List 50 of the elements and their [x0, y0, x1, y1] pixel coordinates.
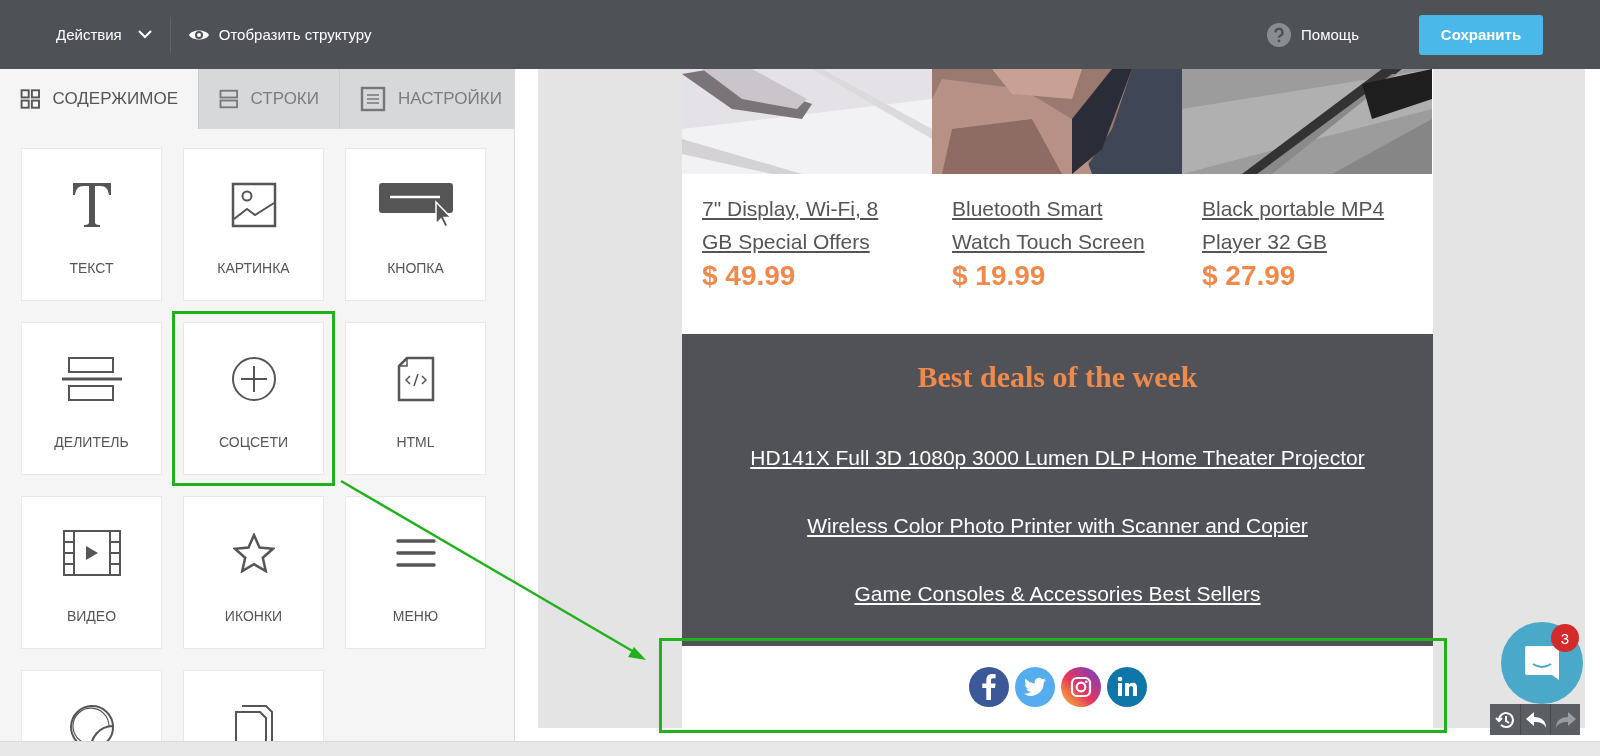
chevron-down-icon	[137, 30, 152, 39]
deal-link[interactable]: Wireless Color Photo Printer with Scanner and Copier	[807, 514, 1308, 538]
grid-icon	[20, 86, 41, 112]
linkedin-icon[interactable]	[1106, 667, 1147, 707]
deal-link[interactable]: HD141X Full 3D 1080p 3000 Lumen DLP Home Theater Projector	[750, 446, 1365, 470]
product-link[interactable]: Bluetooth Smart Watch Touch Screen	[952, 192, 1162, 258]
undo-icon	[1524, 710, 1547, 729]
tab[interactable]: СОДЕРЖИМОЕ	[0, 69, 198, 129]
file-icon	[233, 704, 274, 741]
code-file-icon	[396, 356, 435, 402]
image-icon	[230, 182, 277, 228]
product-price: $ 49.99	[702, 260, 797, 292]
product-price: $ 27.99	[1202, 260, 1297, 292]
help-icon	[1267, 22, 1292, 47]
product-price: $ 19.99	[952, 260, 1047, 292]
block-label: ДЕЛИТЕЛЬ	[54, 434, 129, 450]
button-cursor-icon	[377, 182, 454, 228]
actions-menu[interactable]: Действия	[40, 20, 168, 49]
help-link[interactable]: Помощь	[1251, 16, 1375, 53]
block-label: ВИДЕО	[66, 608, 117, 624]
tab-label: НАСТРОЙКИ	[398, 89, 502, 109]
block-label: КНОПКА	[387, 260, 444, 276]
scrollbar[interactable]	[0, 741, 1600, 756]
document-icon	[360, 86, 386, 112]
block-label: КАРТИНКА	[217, 260, 290, 276]
letter-t-icon	[71, 182, 112, 228]
divider-icon	[61, 356, 122, 402]
block-label: МЕНЮ	[392, 608, 439, 624]
facebook-icon[interactable]	[968, 667, 1009, 707]
chat-bubble-icon	[1523, 644, 1561, 682]
block-label: СОЦСЕТИ	[218, 434, 289, 450]
deal-link[interactable]: Game Consoles & Accessories Best Sellers	[854, 582, 1261, 606]
show-structure-button[interactable]: Отобразить структуру	[172, 20, 388, 49]
sticker-icon	[68, 704, 115, 741]
redo-icon	[1554, 710, 1577, 729]
film-icon	[62, 530, 121, 576]
block-label: ИКОНКИ	[224, 608, 283, 624]
star-icon	[232, 533, 275, 573]
block-tile[interactable]: СОЦСЕТИ	[172, 311, 335, 486]
block-label: HTML	[396, 434, 435, 450]
plus-circle-icon	[230, 356, 277, 402]
camera-icon[interactable]	[1060, 667, 1101, 707]
product-link[interactable]: Black portable MP4 Player 32 GB	[1202, 192, 1412, 258]
menu-icon	[395, 538, 436, 568]
block-label: ТЕКСТ	[69, 260, 114, 276]
history-icon	[1495, 709, 1515, 730]
tab-label: СОДЕРЖИМОЕ	[52, 89, 178, 109]
tab-label: СТРОКИ	[250, 89, 319, 109]
section-heading: Best deals of the week	[917, 360, 1198, 394]
product-link[interactable]: 7" Display, Wi-Fi, 8 GB Special Offers	[702, 192, 912, 258]
